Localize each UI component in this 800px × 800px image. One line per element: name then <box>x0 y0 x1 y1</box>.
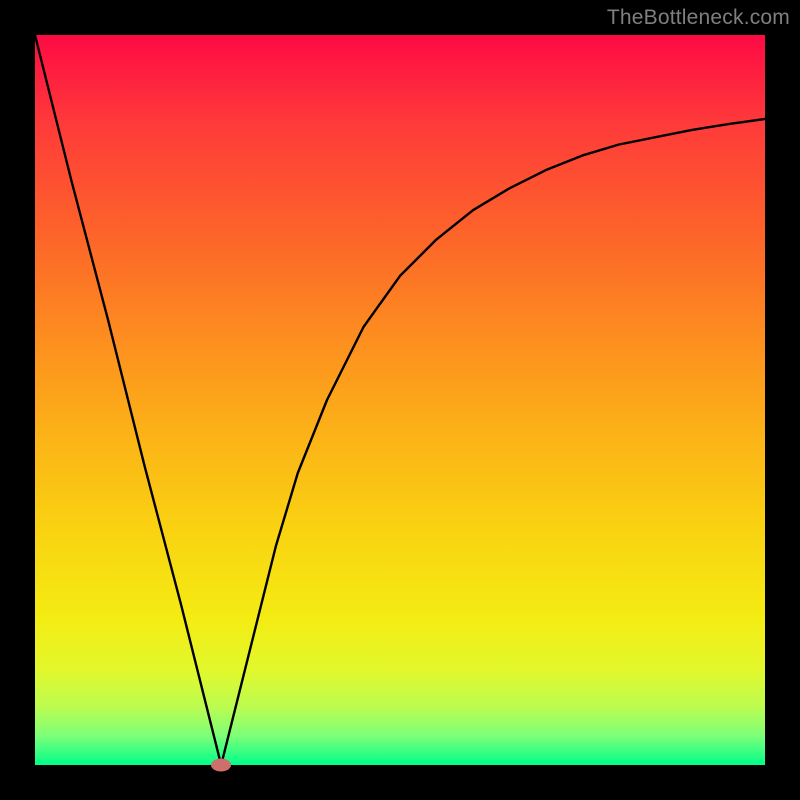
watermark-text: TheBottleneck.com <box>607 6 790 30</box>
chart-frame: TheBottleneck.com <box>0 0 800 800</box>
bottleneck-curve <box>35 35 765 765</box>
optimum-marker <box>211 759 231 772</box>
plot-area <box>35 35 765 765</box>
